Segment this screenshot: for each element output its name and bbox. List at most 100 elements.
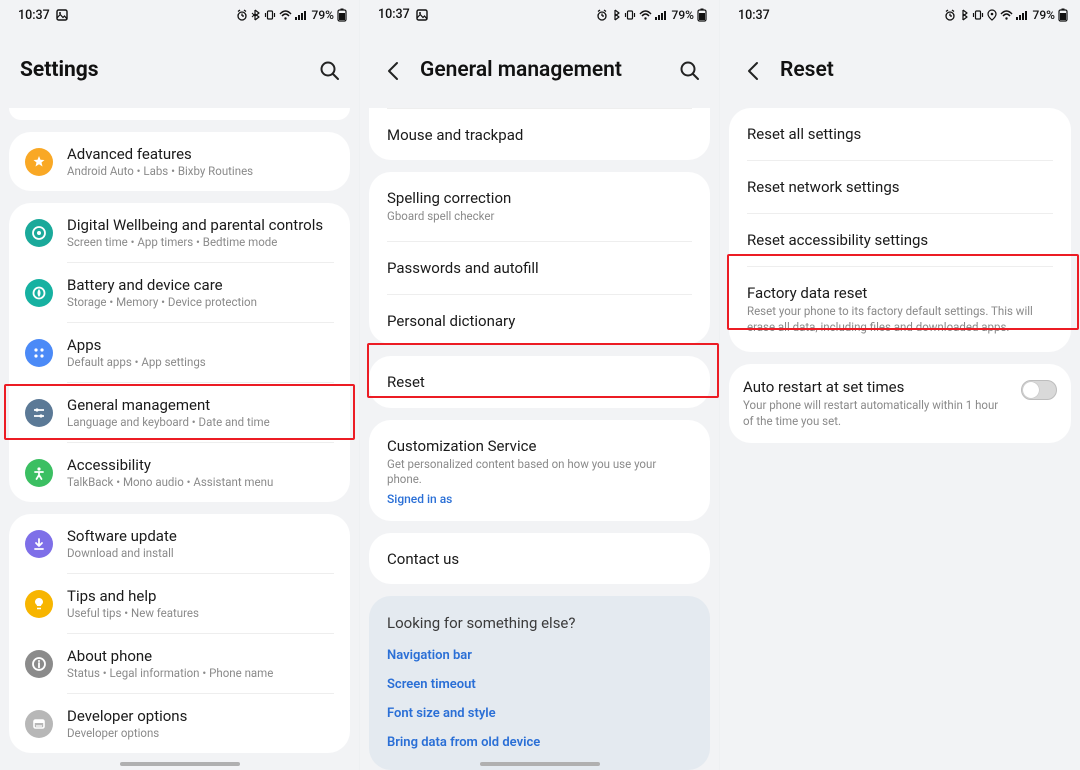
wifi-icon [279, 9, 292, 21]
lfse-heading: Looking for something else? [387, 614, 692, 632]
item-sub: Status • Legal information • Phone name [67, 666, 273, 680]
tips-help-icon [25, 590, 53, 618]
item-accessibility[interactable]: AccessibilityTalkBack • Mono audio • Ass… [9, 443, 350, 502]
gm-card-customization: Customization Service Get personalized c… [369, 420, 710, 521]
status-time: 10:37 [738, 8, 770, 23]
settings-card-1: Advanced featuresAndroid Auto • Labs • B… [9, 132, 350, 191]
item-digital-wellbeing[interactable]: Digital Wellbeing and parental controlsS… [9, 203, 350, 262]
back-icon [743, 59, 765, 81]
reset-header: Reset [720, 26, 1080, 102]
item-sub: Storage • Memory • Device protection [67, 295, 257, 309]
wifi-icon [639, 9, 652, 21]
lfse-link-navigation-bar[interactable]: Navigation bar [387, 648, 692, 663]
battery-icon [337, 8, 347, 22]
item-reset-accessibility-settings[interactable]: Reset accessibility settings [729, 214, 1071, 266]
status-time: 10:37 [18, 8, 50, 23]
nav-bar[interactable] [120, 762, 240, 766]
item-title: Reset network settings [747, 178, 1053, 196]
looking-for-something-else: Looking for something else? Navigation b… [369, 596, 710, 770]
item-sub: Gboard spell checker [387, 209, 692, 225]
signal-icon [655, 9, 667, 21]
item-sub: Get personalized content based on how yo… [387, 457, 692, 488]
item-sub: Developer options [67, 726, 187, 740]
auto-restart-toggle[interactable] [1021, 380, 1057, 400]
item-title: Reset accessibility settings [747, 231, 1053, 249]
status-battery: 79% [1033, 8, 1055, 22]
item-advanced-features[interactable]: Advanced featuresAndroid Auto • Labs • B… [9, 132, 350, 191]
item-mouse-trackpad[interactable]: Mouse and trackpad [369, 109, 710, 160]
item-title: Accessibility [67, 456, 273, 474]
item-apps[interactable]: AppsDefault apps • App settings [9, 323, 350, 382]
battery-icon [697, 8, 707, 22]
item-reset[interactable]: Reset [369, 356, 710, 407]
nav-bar[interactable] [480, 762, 600, 766]
search-icon [318, 59, 340, 81]
item-title: Auto restart at set times [743, 378, 1009, 396]
item-title: Battery and device care [67, 276, 257, 294]
vibrate-icon [264, 9, 276, 21]
advanced-features-icon [25, 148, 53, 176]
gm-card-top: Mouse and trackpad [369, 108, 710, 160]
settings-card-3: Software updateDownload and install Tips… [9, 514, 350, 753]
item-title: Mouse and trackpad [387, 126, 692, 144]
item-customization-service[interactable]: Customization Service Get personalized c… [369, 420, 710, 521]
item-sub: Reset your phone to its factory default … [747, 304, 1053, 335]
item-title: Tips and help [67, 587, 199, 605]
lfse-link-screen-timeout[interactable]: Screen timeout [387, 677, 692, 692]
item-title: Apps [67, 336, 206, 354]
item-title: Software update [67, 527, 177, 545]
search-button[interactable] [315, 56, 343, 84]
item-spelling[interactable]: Spelling correction Gboard spell checker [369, 172, 710, 242]
vibrate-icon [624, 9, 636, 21]
item-tips-help[interactable]: Tips and helpUseful tips • New features [9, 574, 350, 633]
item-title: General management [67, 396, 270, 414]
item-personal-dictionary[interactable]: Personal dictionary [369, 295, 710, 344]
status-battery: 79% [672, 8, 694, 22]
item-sub: Android Auto • Labs • Bixby Routines [67, 164, 253, 178]
item-title: Reset all settings [747, 125, 1053, 143]
lfse-link-bring-data[interactable]: Bring data from old device [387, 735, 692, 750]
item-passwords-autofill[interactable]: Passwords and autofill [369, 242, 710, 294]
item-reset-network-settings[interactable]: Reset network settings [729, 161, 1071, 213]
lfse-link-font-size[interactable]: Font size and style [387, 706, 692, 721]
location-icon [987, 9, 997, 21]
back-button[interactable] [380, 56, 408, 84]
item-title: Developer options [67, 707, 187, 725]
item-battery-care[interactable]: Battery and device careStorage • Memory … [9, 263, 350, 322]
item-reset-all-settings[interactable]: Reset all settings [729, 108, 1071, 160]
item-factory-data-reset[interactable]: Factory data reset Reset your phone to i… [729, 267, 1071, 352]
bluetooth-icon [611, 9, 621, 21]
page-title: Settings [20, 58, 303, 82]
item-developer-options[interactable]: Developer optionsDeveloper options [9, 694, 350, 753]
status-bar: 10:37 79% [360, 0, 719, 26]
page-title: General management [420, 58, 663, 82]
status-time: 10:37 [378, 7, 410, 22]
item-title: Personal dictionary [387, 312, 692, 330]
signal-icon [295, 9, 307, 21]
about-phone-icon [25, 650, 53, 678]
item-sub: Download and install [67, 546, 177, 560]
item-software-update[interactable]: Software updateDownload and install [9, 514, 350, 573]
back-button[interactable] [740, 56, 768, 84]
developer-options-icon [25, 710, 53, 738]
item-general-management[interactable]: General managementLanguage and keyboard … [9, 383, 350, 442]
item-about-phone[interactable]: About phoneStatus • Legal information • … [9, 634, 350, 693]
bluetooth-icon [251, 9, 261, 21]
battery-icon [1058, 8, 1068, 22]
apps-icon [25, 339, 53, 367]
image-icon [416, 9, 428, 21]
signed-in-link[interactable]: Signed in as [387, 492, 692, 506]
item-sub: TalkBack • Mono audio • Assistant menu [67, 475, 273, 489]
image-icon [56, 9, 68, 21]
item-title: Passwords and autofill [387, 259, 692, 277]
item-title: Digital Wellbeing and parental controls [67, 216, 323, 234]
search-button[interactable] [675, 56, 703, 84]
accessibility-icon [25, 459, 53, 487]
battery-care-icon [25, 279, 53, 307]
item-auto-restart[interactable]: Auto restart at set times Your phone wil… [729, 364, 1071, 443]
item-sub: Screen time • App timers • Bedtime mode [67, 235, 323, 249]
settings-header: Settings [0, 26, 359, 102]
item-contact-us[interactable]: Contact us [369, 533, 710, 584]
settings-card-2: Digital Wellbeing and parental controlsS… [9, 203, 350, 502]
vibrate-icon [972, 9, 984, 21]
